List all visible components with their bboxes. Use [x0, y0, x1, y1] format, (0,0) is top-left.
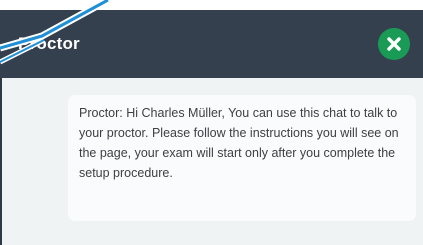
page: Proctor Proctor: Hi Charles Müller, You …: [0, 0, 423, 245]
proctor-message-text: Proctor: Hi Charles Müller, You can use …: [79, 106, 399, 180]
proctor-message-bubble: Proctor: Hi Charles Müller, You can use …: [68, 95, 416, 221]
chat-title: Proctor: [18, 34, 80, 53]
chat-messages: Proctor: Hi Charles Müller, You can use …: [0, 78, 423, 245]
chat-header: Proctor: [0, 10, 423, 78]
close-icon: [387, 37, 401, 51]
close-chat-button[interactable]: [378, 28, 410, 60]
top-strip: [0, 0, 423, 10]
proctor-chat-window: Proctor Proctor: Hi Charles Müller, You …: [0, 10, 423, 245]
